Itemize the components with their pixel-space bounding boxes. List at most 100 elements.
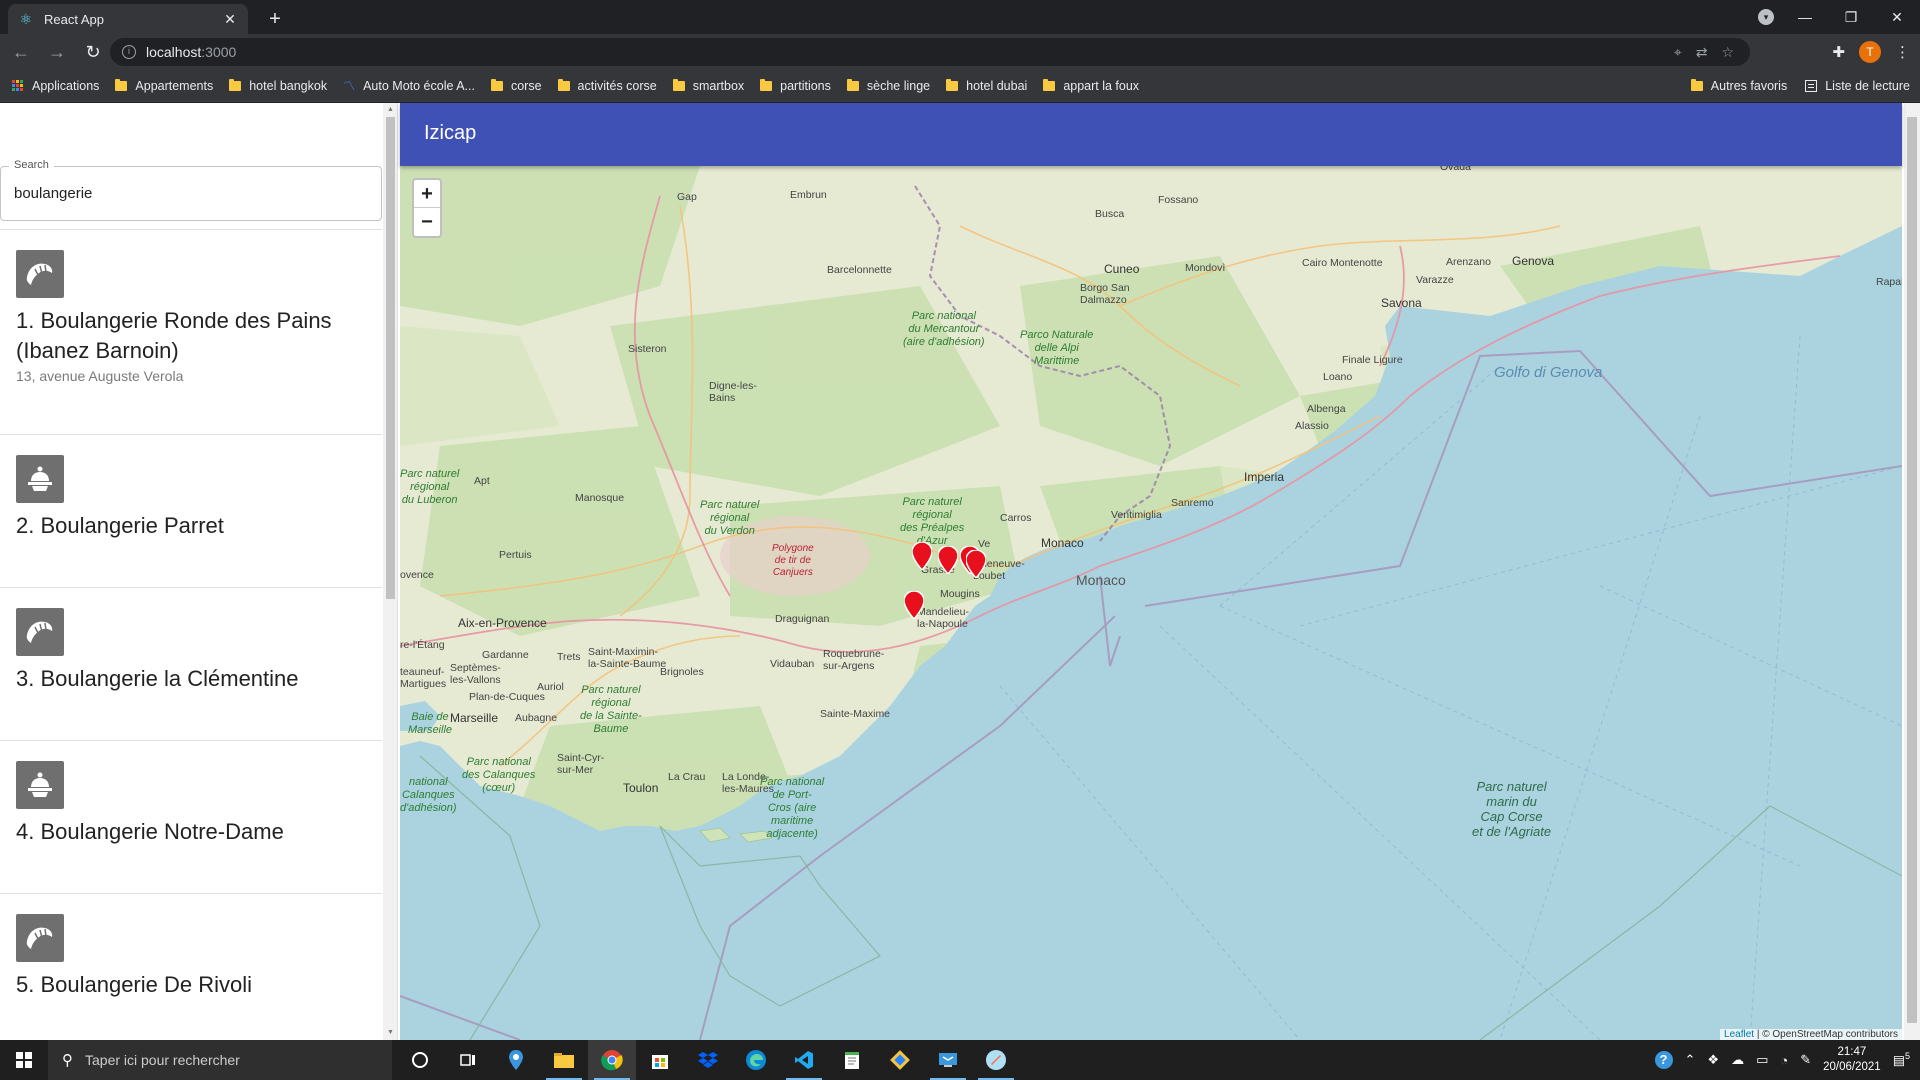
vscode-icon[interactable] <box>780 1040 828 1080</box>
new-tab-button[interactable]: + <box>262 6 288 32</box>
search-input[interactable] <box>14 185 354 202</box>
leaflet-link[interactable]: Leaflet <box>1724 1029 1754 1040</box>
maps-app-icon[interactable] <box>492 1040 540 1080</box>
menu-icon[interactable]: ⋮ <box>1895 43 1910 61</box>
result-card[interactable]: 4. Boulangerie Notre-Dame <box>0 740 382 893</box>
bookmark-item[interactable]: smartbox <box>672 78 744 93</box>
map-label-borgo: Borgo San Dalmazzo <box>1080 282 1130 306</box>
bookmark-item[interactable]: partitions <box>760 78 831 93</box>
start-button[interactable] <box>0 1040 48 1080</box>
sourcetree-icon[interactable] <box>876 1040 924 1080</box>
bookmark-item[interactable]: Applications <box>12 79 99 93</box>
map-label-marseille: Marseille <box>450 711 499 725</box>
bookmark-item[interactable]: hotel bangkok <box>229 78 328 93</box>
restore-button[interactable]: ❐ <box>1828 9 1874 26</box>
map-label-pn-verdon: Parc naturel régional du Verdon <box>700 499 760 537</box>
address-bar[interactable]: i localhost:3000 ⌖ ⇄ ☆ <box>110 38 1750 66</box>
result-card[interactable]: 2. Boulangerie Parret <box>0 434 382 587</box>
chevron-up-icon[interactable]: ⌃ <box>1685 1052 1696 1068</box>
map-label-pn-portcros: Parc national de Port- Cros (aire mariti… <box>760 776 825 840</box>
map-marker[interactable] <box>966 550 986 578</box>
task-view-icon[interactable] <box>444 1040 492 1080</box>
browser-tab[interactable]: ⚛ React App ✕ <box>8 4 248 34</box>
other-bookmarks[interactable]: Autres favoris <box>1690 79 1788 93</box>
cortana-icon[interactable] <box>396 1040 444 1080</box>
reading-list[interactable]: Liste de lecture <box>1805 79 1910 93</box>
reload-button[interactable]: ↻ <box>78 37 108 67</box>
close-tab-icon[interactable]: ✕ <box>222 11 238 27</box>
site-info-icon[interactable]: i <box>122 45 136 59</box>
file-explorer-icon[interactable] <box>540 1040 588 1080</box>
minimize-button[interactable]: — <box>1782 9 1828 25</box>
map-label-saint-cyr: Saint-Cyr- sur-Mer <box>557 752 605 776</box>
result-card[interactable]: 1. Boulangerie Ronde des Pains (Ibanez B… <box>0 229 382 434</box>
notepad-icon[interactable] <box>828 1040 876 1080</box>
clock[interactable]: 21:47 20/06/2021 <box>1823 1045 1881 1075</box>
profile-avatar[interactable]: T <box>1859 41 1881 63</box>
map-attribution: Leaflet | © OpenStreetMap contributors <box>1720 1029 1902 1040</box>
zoom-in-button[interactable]: + <box>414 180 440 208</box>
bookmark-label: appart la foux <box>1063 78 1140 93</box>
marker-pin-icon <box>912 542 932 570</box>
map-label-saint-maximin: Saint-Maximin- la-Sainte-Baume <box>588 646 667 670</box>
forward-button[interactable]: → <box>42 37 72 67</box>
bookmark-item[interactable]: sèche linge <box>846 78 930 93</box>
map-label-imperia: Imperia <box>1244 470 1285 484</box>
windows-logo-icon <box>16 1052 32 1068</box>
map-marker[interactable] <box>938 546 958 574</box>
battery-icon[interactable]: ▭ <box>1756 1052 1768 1068</box>
notifications-icon[interactable]: ▤5 <box>1893 1051 1910 1068</box>
osm-attribution: © OpenStreetMap contributors <box>1762 1029 1898 1040</box>
dropbox-icon[interactable] <box>684 1040 732 1080</box>
postman-icon[interactable] <box>972 1040 1020 1080</box>
scroll-down-icon[interactable]: ▼ <box>386 1028 395 1038</box>
result-card[interactable]: 5. Boulangerie De Rivoli <box>0 893 382 1040</box>
map-label-sisteron: Sisteron <box>628 343 667 355</box>
map[interactable]: + − Gap Embrun Barcelonnette Sisteron Digne-… <box>400 166 1902 1040</box>
cake-icon <box>16 455 64 503</box>
page-scrollbar[interactable] <box>1904 103 1920 1040</box>
tab-search-icon[interactable]: ▾ <box>1758 9 1774 25</box>
help-icon[interactable]: ? <box>1654 1051 1673 1069</box>
extensions-icon[interactable]: ✚ <box>1832 43 1845 61</box>
scroll-up-icon[interactable]: ▲ <box>386 105 395 115</box>
close-window-button[interactable]: ✕ <box>1874 9 1920 26</box>
map-label-varazze: Varazze <box>1416 274 1454 286</box>
translate-icon[interactable]: ⇄ <box>1696 44 1708 61</box>
map-label-cairo: Cairo Montenotte <box>1302 257 1383 269</box>
bookmark-label: hotel bangkok <box>249 78 328 93</box>
map-label-loano: Loano <box>1323 371 1353 383</box>
taskbar-search[interactable]: ⚲ Taper ici pour rechercher <box>48 1040 392 1080</box>
location-icon[interactable]: ⌖ <box>1674 44 1682 61</box>
bookmark-star-icon[interactable]: ☆ <box>1721 44 1734 61</box>
dropbox-tray-icon[interactable]: ❖ <box>1707 1052 1719 1068</box>
result-card[interactable]: 3. Boulangerie la Clémentine <box>0 587 382 740</box>
bookmark-item[interactable]: corse <box>490 78 542 93</box>
page-scroll-thumb[interactable] <box>1907 117 1917 1023</box>
pen-icon[interactable]: ✎ <box>1800 1052 1811 1068</box>
map-marker[interactable] <box>904 591 924 619</box>
bookmark-item[interactable]: activités corse <box>557 78 657 93</box>
store-icon[interactable] <box>636 1040 684 1080</box>
sidebar-scroll-thumb[interactable] <box>386 117 395 599</box>
back-button[interactable]: ← <box>6 37 36 67</box>
bookmark-item[interactable]: hotel dubai <box>946 78 1027 93</box>
onedrive-icon[interactable]: ☁ <box>1731 1052 1744 1068</box>
bookmark-item[interactable]: 〽 Auto Moto école A... <box>343 77 475 94</box>
search-label: Search <box>9 159 54 171</box>
wifi-icon[interactable]: ◔ <box>1780 1053 1788 1068</box>
search-field[interactable]: Search <box>0 159 382 221</box>
bookmark-item[interactable]: Appartements <box>115 78 213 93</box>
other-bookmarks-label: Autres favoris <box>1710 79 1788 93</box>
result-title: 2. Boulangerie Parret <box>16 513 224 538</box>
edge-icon[interactable] <box>732 1040 780 1080</box>
sidebar-scrollbar[interactable]: ▲ ▼ <box>383 103 397 1040</box>
map-label-ventimiglia: Ventimiglia <box>1111 509 1162 521</box>
map-marker[interactable] <box>912 542 932 570</box>
site-favicon-icon: 〽 <box>343 79 356 93</box>
remote-desktop-icon[interactable] <box>924 1040 972 1080</box>
zoom-out-button[interactable]: − <box>414 208 440 236</box>
bookmark-item[interactable]: appart la foux <box>1043 78 1140 93</box>
map-label-mougins: Mougins <box>940 588 980 600</box>
chrome-icon[interactable] <box>588 1040 636 1080</box>
